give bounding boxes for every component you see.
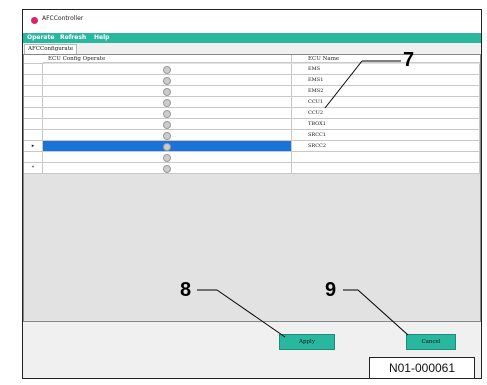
config-operate-cell[interactable]	[43, 152, 292, 163]
menu-refresh[interactable]: Refresh	[60, 34, 86, 41]
callout-8: 8	[180, 279, 192, 301]
row-header[interactable]	[24, 75, 43, 86]
menu-help[interactable]: Help	[94, 34, 109, 41]
cancel-button[interactable]: Cancel	[406, 334, 456, 350]
config-operate-cell[interactable]	[43, 119, 292, 130]
config-button-icon[interactable]	[163, 88, 171, 96]
ecu-name-cell: SRCC1	[292, 130, 480, 141]
row-header[interactable]	[24, 86, 43, 97]
ecu-name-cell: EMS2	[292, 86, 480, 97]
config-operate-cell[interactable]	[43, 97, 292, 108]
config-button-icon[interactable]	[163, 143, 171, 151]
row-header[interactable]	[24, 130, 43, 141]
row-header[interactable]	[24, 108, 43, 119]
title-bar: AFCController	[23, 10, 481, 33]
ecu-name-cell: TBOX1	[292, 119, 480, 130]
config-button-icon[interactable]	[163, 110, 171, 118]
column-header-name[interactable]: ECU Name	[292, 55, 480, 63]
config-panel: ECU Config Operate ECU Name EMS EMS1 EMS2 C…	[23, 54, 481, 322]
config-button-icon[interactable]	[163, 165, 171, 173]
config-button-icon[interactable]	[163, 99, 171, 107]
ecu-name-cell: CCU1	[292, 97, 480, 108]
callout-7: 7	[403, 49, 415, 71]
config-operate-cell[interactable]	[43, 108, 292, 119]
apply-button[interactable]: Apply	[279, 334, 335, 350]
config-operate-cell[interactable]	[43, 64, 292, 75]
callout-9: 9	[325, 279, 337, 301]
config-operate-cell[interactable]	[43, 130, 292, 141]
row-header[interactable]: *	[24, 163, 43, 174]
ecu-name-cell: EMS1	[292, 75, 480, 86]
ecu-name-cell: SRCC2	[292, 141, 480, 152]
row-header[interactable]: ▸	[24, 141, 43, 152]
ecu-name-cell	[292, 152, 480, 163]
reference-code: N01-000061	[369, 357, 475, 379]
ecu-name-cell: CCU2	[292, 108, 480, 119]
row-header[interactable]	[24, 64, 43, 75]
row-header-corner	[24, 55, 44, 64]
config-button-icon[interactable]	[163, 121, 171, 129]
config-button-icon[interactable]	[163, 132, 171, 140]
config-button-icon[interactable]	[163, 66, 171, 74]
column-header-operate[interactable]: ECU Config Operate	[43, 55, 292, 63]
config-operate-cell[interactable]	[43, 163, 292, 174]
row-header[interactable]	[24, 152, 43, 163]
menu-bar: Operate Refresh Help	[23, 33, 481, 43]
config-operate-cell[interactable]	[43, 75, 292, 86]
config-button-icon[interactable]	[163, 77, 171, 85]
config-button-icon[interactable]	[163, 154, 171, 162]
tab-afcconfigurate[interactable]: AFCConfigurate	[24, 44, 78, 54]
app-icon	[31, 17, 38, 24]
config-operate-cell[interactable]	[43, 141, 292, 152]
row-header[interactable]	[24, 97, 43, 108]
config-operate-cell[interactable]	[43, 86, 292, 97]
ecu-name-cell: EMS	[292, 64, 480, 75]
window-title: AFCController	[42, 15, 84, 22]
ecu-name-cell	[292, 163, 480, 174]
menu-operate[interactable]: Operate	[27, 34, 54, 41]
row-header[interactable]	[24, 119, 43, 130]
